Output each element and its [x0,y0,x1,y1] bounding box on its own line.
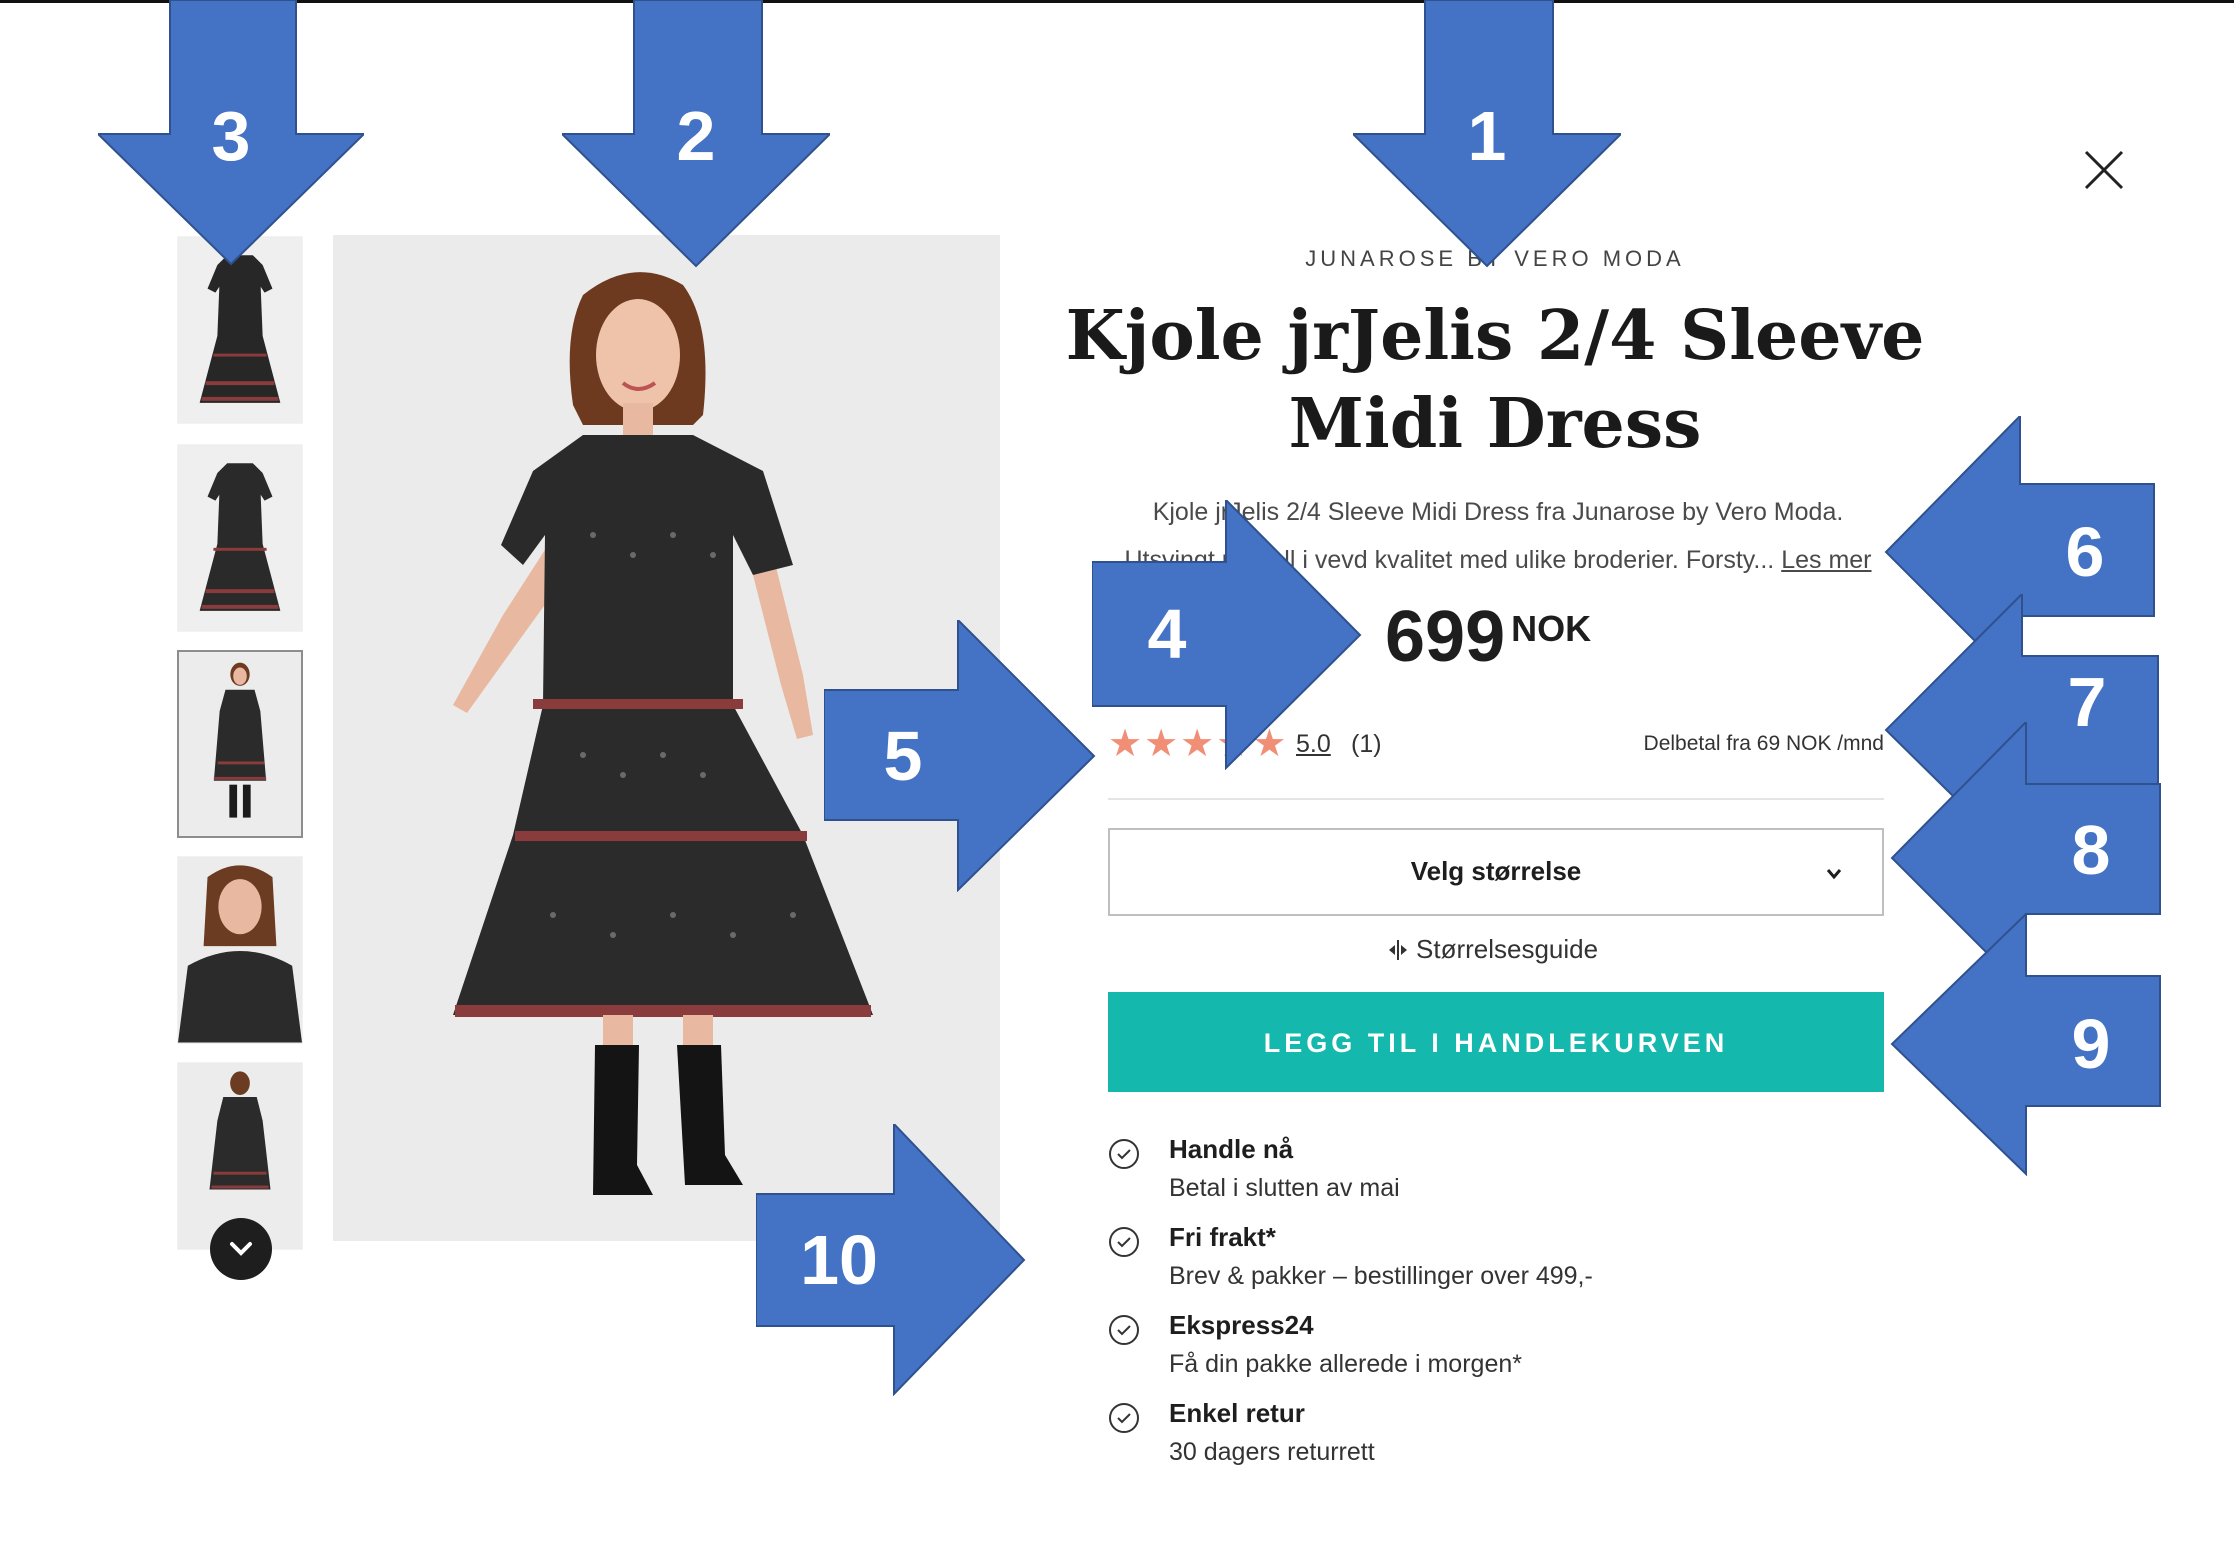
chevron-down-icon [1826,869,1842,880]
close-icon [2084,150,2124,190]
size-guide-link[interactable]: Størrelsesguide [1386,934,1598,965]
check-circle-icon [1109,1315,1139,1345]
price-currency: NOK [1511,608,1592,649]
annotation-number: 2 [676,97,716,175]
price-amount: 699 [1385,597,1506,677]
annotation-number: 10 [800,1221,878,1299]
check-circle-icon [1109,1227,1139,1257]
annotation-arrow-10: 10 [756,1124,1026,1396]
annotation-arrow-1: 1 [1353,0,1621,268]
add-to-cart-button[interactable]: LEGG TIL I HANDLEKURVEN [1108,992,1884,1092]
product-title: Kjole jrJelis 2/4 Sleeve Midi Dress [1065,296,1925,464]
feature-item: Handle nå Betal i slutten av mai [1108,1134,1884,1226]
thumbnail-3-active[interactable] [177,650,303,838]
feature-item: Enkel retur 30 dagers returrett [1108,1398,1884,1490]
feature-subtitle: Betal i slutten av mai [1169,1174,1400,1202]
thumbnail-4[interactable] [177,856,303,1044]
feature-title: Fri frakt* [1169,1222,1276,1252]
annotation-number: 9 [2071,1005,2111,1083]
feature-title: Handle nå [1169,1134,1294,1164]
annotation-arrow-3: 3 [98,0,364,266]
price: 699 NOK [1385,592,1591,682]
feature-subtitle: Få din pakke allerede i morgen* [1169,1350,1522,1378]
check-circle-icon [1109,1403,1139,1433]
dress-back-thumbnail [178,445,302,631]
feature-title: Enkel retur [1169,1398,1305,1428]
size-guide-label: Størrelsesguide [1416,934,1599,964]
close-button[interactable] [2082,148,2126,192]
divider [1108,798,1884,800]
annotation-number: 8 [2071,811,2111,889]
annotation-arrow-9: 9 [1890,914,2162,1176]
size-select-label: Velg størrelse [1410,856,1582,886]
annotation-arrow-4: 4 [1092,500,1362,770]
size-select[interactable]: Velg størrelse [1108,828,1884,916]
thumbnail-strip[interactable] [177,236,305,1280]
installment-info: Delbetal fra 69 NOK /mnd [1643,732,1884,755]
feature-subtitle: Brev & pakker – bestillinger over 499,- [1169,1262,1593,1290]
model-full-thumbnail [179,652,301,836]
feature-title: Ekspress24 [1169,1310,1314,1340]
check-circle-icon [1109,1139,1139,1169]
feature-item: Fri frakt* Brev & pakker – bestillinger … [1108,1222,1884,1314]
annotation-number: 1 [1467,97,1507,175]
feature-subtitle: 30 dagers returrett [1169,1438,1375,1466]
thumbnail-2[interactable] [177,444,303,632]
annotation-number: 3 [211,97,251,175]
chevron-down-icon [230,1242,252,1256]
ruler-arrows-icon [1389,939,1407,960]
feature-list: Handle nå Betal i slutten av mai Fri fra… [1108,1134,1884,1490]
annotation-number: 4 [1147,595,1187,673]
feature-item: Ekspress24 Få din pakke allerede i morge… [1108,1310,1884,1402]
annotation-number: 6 [2065,513,2105,591]
annotation-arrow-2: 2 [562,0,830,268]
annotation-number: 5 [883,717,923,795]
model-closeup-thumbnail [178,857,302,1043]
annotation-arrow-5: 5 [824,620,1096,892]
read-more-link[interactable]: Les mer [1781,546,1871,574]
thumbnail-scroll-down-button[interactable] [210,1218,272,1280]
